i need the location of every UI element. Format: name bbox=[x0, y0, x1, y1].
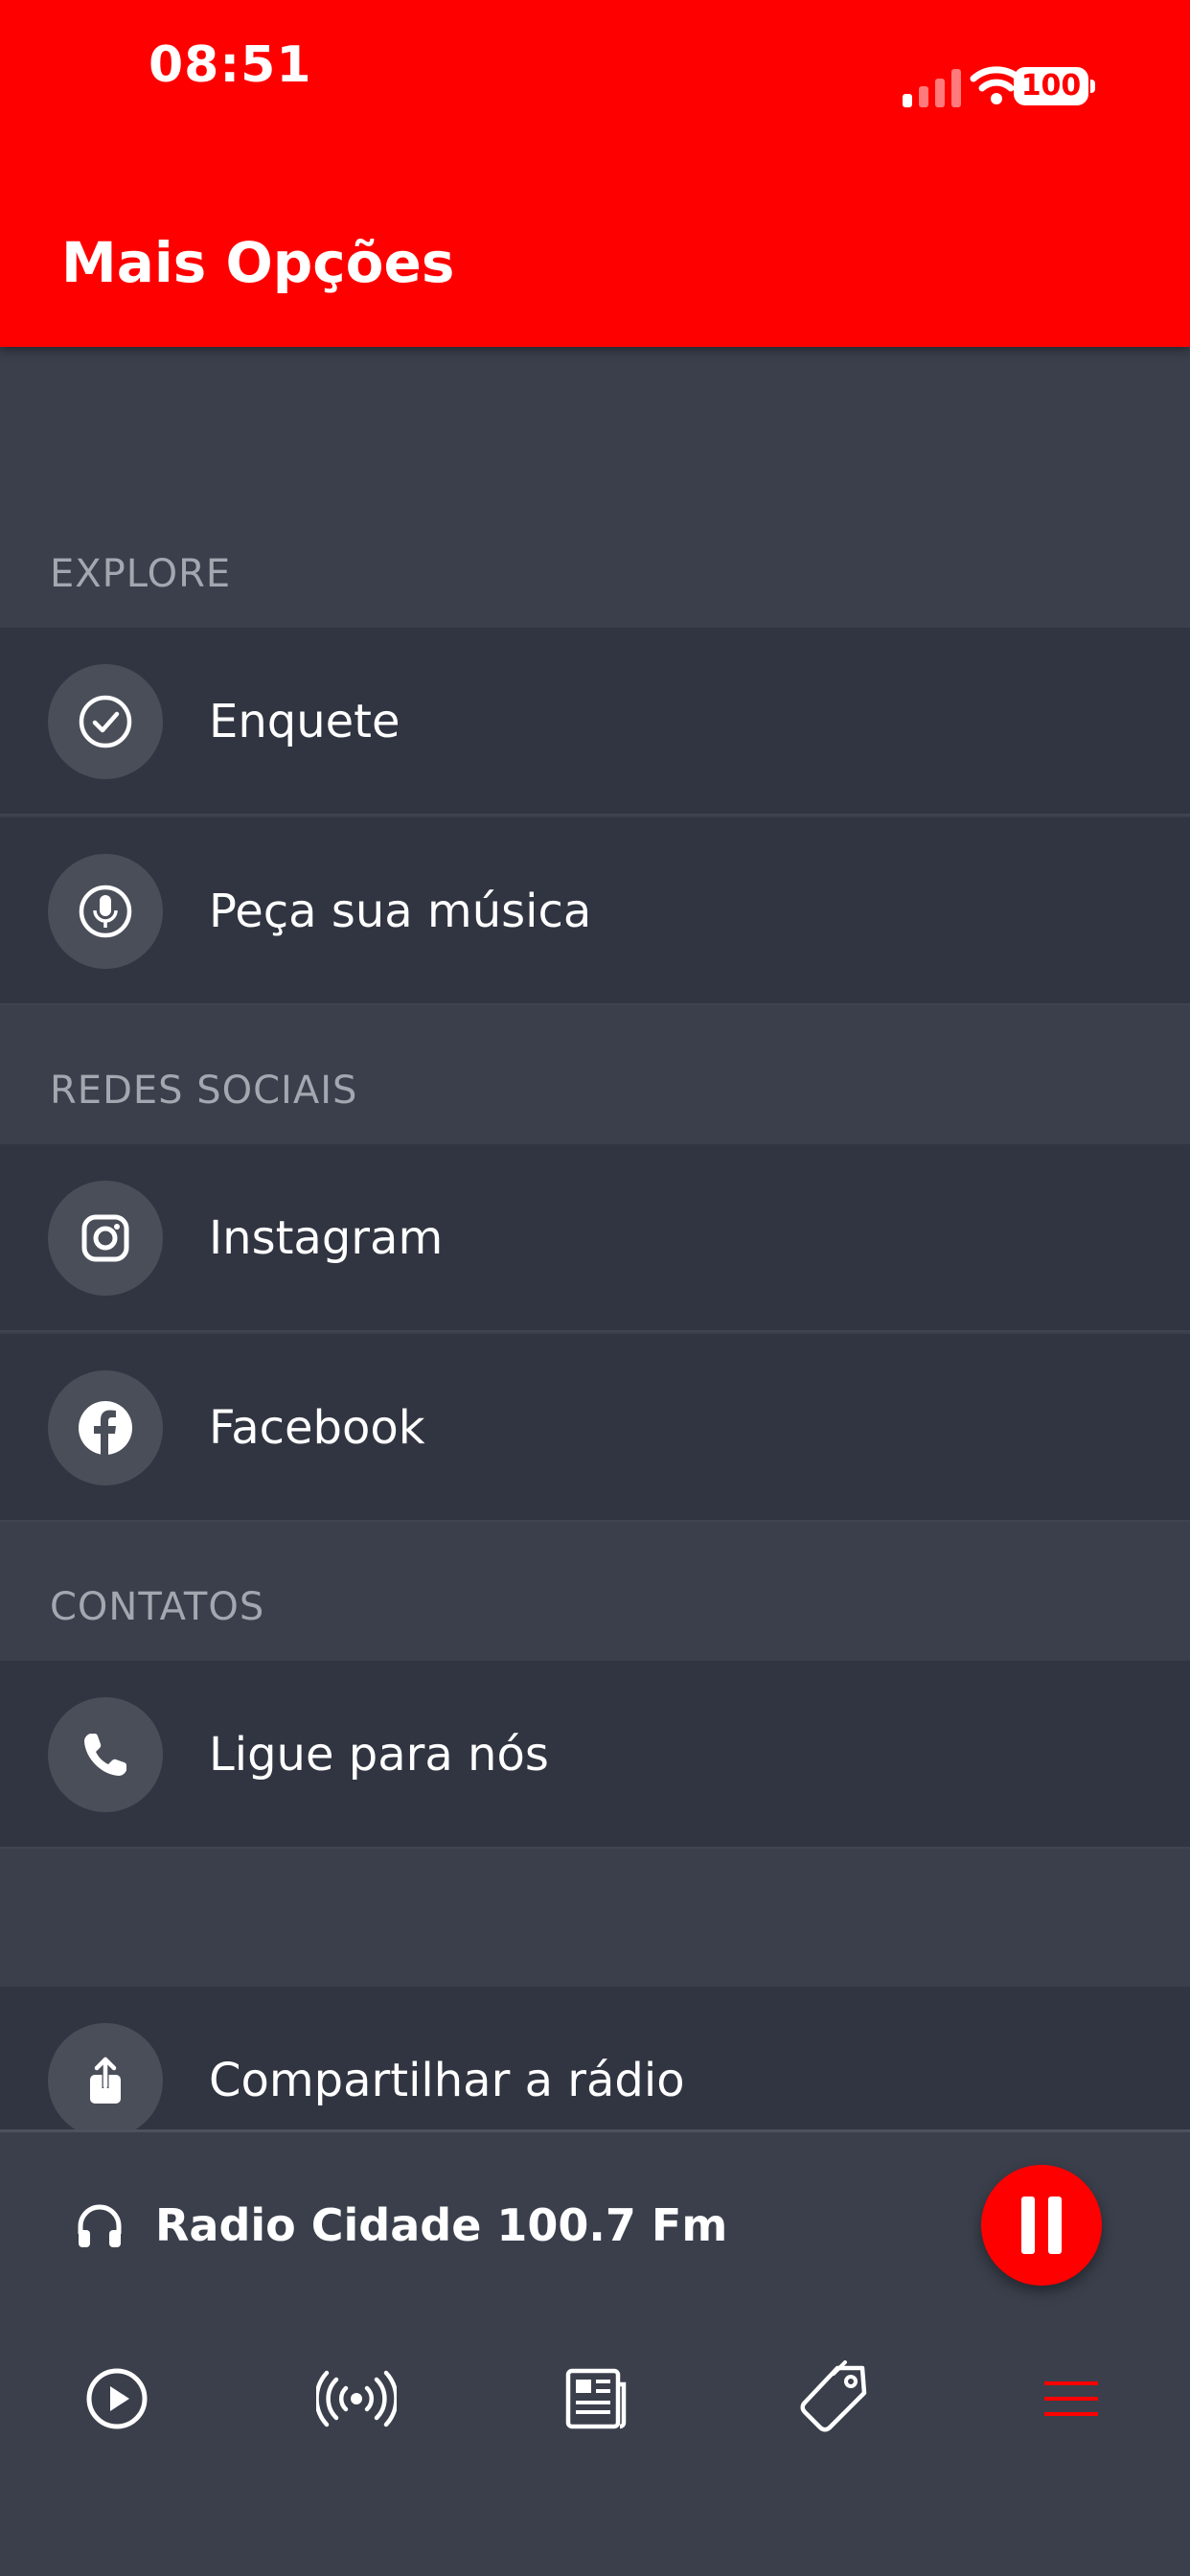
signal-icon bbox=[903, 69, 961, 107]
menu-item-label: Enquete bbox=[209, 695, 400, 748]
station-name: Radio Cidade 100.7 Fm bbox=[155, 2199, 728, 2251]
menu-item-peca-sua-musica[interactable]: Peça sua música bbox=[0, 817, 1190, 1005]
menu-item-label: Peça sua música bbox=[209, 885, 592, 938]
player-bar: Radio Cidade 100.7 Fm bbox=[0, 2129, 1190, 2576]
pause-icon bbox=[1021, 2196, 1062, 2254]
share-icon bbox=[48, 2023, 163, 2138]
check-circle-icon bbox=[48, 664, 163, 779]
battery-level: 100 bbox=[1020, 69, 1082, 103]
tag-icon bbox=[800, 2360, 867, 2432]
menu-item-label: Facebook bbox=[209, 1401, 425, 1455]
facebook-icon bbox=[48, 1370, 163, 1485]
section-label-contacts: CONTATOS bbox=[50, 1585, 265, 1629]
section-label-social: REDES SOCIAIS bbox=[50, 1069, 358, 1113]
nav-broadcast[interactable] bbox=[299, 2341, 414, 2456]
battery-icon: 100 bbox=[1014, 67, 1088, 105]
section-label-explore: EXPLORE bbox=[50, 552, 232, 596]
menu-item-ligue-para-nos[interactable]: Ligue para nós bbox=[0, 1661, 1190, 1849]
nav-news[interactable] bbox=[538, 2341, 653, 2456]
menu-item-enquete[interactable]: Enquete bbox=[0, 628, 1190, 816]
microphone-icon bbox=[48, 854, 163, 969]
battery-cap bbox=[1090, 80, 1095, 93]
newspaper-icon bbox=[565, 2368, 627, 2429]
pause-button[interactable] bbox=[981, 2165, 1102, 2286]
page-title: Mais Opções bbox=[61, 230, 455, 295]
menu-item-label: Instagram bbox=[209, 1211, 444, 1265]
nav-promotions[interactable] bbox=[776, 2341, 891, 2456]
phone-icon bbox=[48, 1697, 163, 1812]
menu-item-instagram[interactable]: Instagram bbox=[0, 1144, 1190, 1332]
menu-item-facebook[interactable]: Facebook bbox=[0, 1334, 1190, 1522]
nav-play[interactable] bbox=[59, 2341, 174, 2456]
menu-icon bbox=[1044, 2381, 1098, 2416]
instagram-icon bbox=[48, 1181, 163, 1296]
broadcast-icon bbox=[316, 2370, 397, 2427]
menu-item-label: Ligue para nós bbox=[209, 1728, 549, 1782]
play-circle-icon bbox=[86, 2368, 148, 2429]
app-header: 08:51 100 Mais Opções bbox=[0, 0, 1190, 347]
nav-more[interactable] bbox=[1014, 2341, 1129, 2456]
status-time: 08:51 bbox=[149, 36, 312, 94]
headphones-icon bbox=[78, 2204, 122, 2247]
